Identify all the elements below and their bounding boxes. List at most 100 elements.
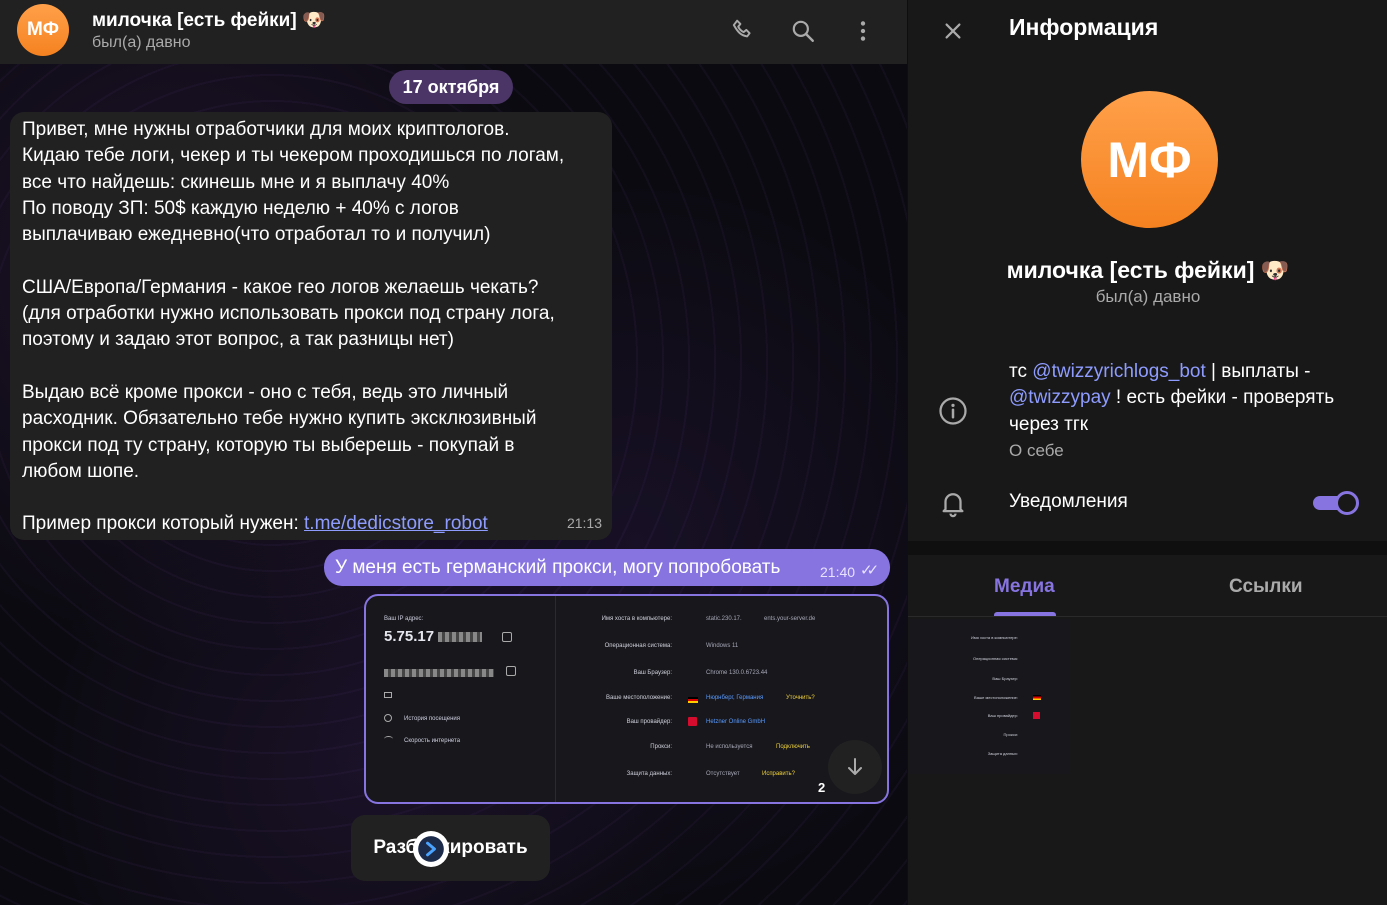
row-extra: Уточнить? (786, 695, 815, 701)
screenshot-left-panel: Ваш IP адрес: 5.75.17 История посещения … (366, 596, 556, 802)
thumb-label: Операционная система: (973, 656, 1018, 661)
date-separator: 17 октября (389, 70, 513, 104)
message-text: У меня есть германский прокси, могу попр… (335, 556, 781, 578)
tab-links[interactable]: Ссылки (1229, 576, 1303, 598)
bio-text: | выплаты - (1205, 361, 1311, 382)
chat-title[interactable]: милочка [есть фейки] 🐶 (92, 8, 326, 32)
unblock-button[interactable]: Разблокировать (351, 815, 550, 881)
tabs-border (908, 616, 1387, 617)
message-line: любом шопе. (22, 460, 140, 482)
scroll-down-button[interactable] (828, 740, 882, 794)
speed-icon (384, 736, 393, 742)
panel-title: Информация (1009, 14, 1159, 40)
row-label: Прокси: (650, 744, 672, 750)
message-line: Кидаю тебе логи, чекер и ты чекером прох… (22, 145, 565, 167)
germany-flag-icon (1033, 695, 1041, 700)
row-value: Windows 11 (706, 643, 739, 649)
bio-mention[interactable]: @twizzyrichlogs_bot (1032, 361, 1205, 382)
message-line: все что найдешь: скинешь мне и я выплачу… (22, 171, 450, 193)
message-line: расходник. Обязательно тебе нужно купить… (22, 408, 537, 430)
notifications-toggle[interactable] (1313, 490, 1359, 516)
message-line: Выдаю всё кроме прокси - оно с тебя, вед… (22, 381, 509, 403)
message-gap (22, 354, 600, 380)
thumb-label: Ваше местоположение: (974, 695, 1018, 700)
ip-value: 5.75.17 (384, 628, 483, 645)
copy-icon (506, 666, 516, 676)
bio-label: О себе (1009, 441, 1064, 460)
row-value: Отсутствует (706, 771, 740, 777)
message-line: поэтому и задаю этот вопрос, а так разни… (22, 329, 454, 351)
message-gap (22, 485, 600, 511)
ip-value-text: 5.75.17 (384, 628, 435, 645)
row-value: Нюрнберг, Германия (706, 695, 764, 701)
germany-flag-icon (688, 697, 698, 703)
thumb-label: Защита данных: (987, 751, 1018, 756)
speed-label: Скорость интернета (404, 738, 461, 744)
row-extra: ents.your-server.de (764, 616, 816, 622)
notifications-label[interactable]: Уведомления (1009, 491, 1128, 513)
tab-media[interactable]: Медиа (994, 576, 1055, 598)
message-gap (22, 248, 600, 274)
blurred-value (384, 668, 494, 677)
row-label: Ваш Браузер: (633, 670, 672, 676)
toggle-knob (1335, 491, 1359, 515)
row-label: Ваше местоположение: (606, 695, 672, 701)
profile-status: был(а) давно (1095, 287, 1201, 306)
read-checks-icon: ✓✓ (860, 562, 879, 579)
ip-label: Ваш IP адрес: (384, 616, 424, 622)
hetzner-icon (688, 717, 697, 726)
profile-name: милочка [есть фейки] 🐶 (1006, 257, 1290, 283)
chat-header[interactable]: МФ милочка [есть фейки] 🐶 был(а) давно (0, 0, 907, 64)
screenshot-labels: Имя хоста в компьютере: Операционная сис… (558, 596, 672, 802)
history-icon (384, 714, 392, 722)
message-line: Привет, мне нужны отработчики для моих к… (22, 119, 510, 140)
message-line: США/Европа/Германия - какое гео логов же… (22, 276, 539, 298)
message-line: (для отработки нужно использовать прокси… (22, 303, 555, 325)
screenshot-image[interactable]: Ваш IP адрес: 5.75.17 История посещения … (364, 594, 889, 804)
unblock-label: Разблокировать (373, 837, 528, 858)
search-icon[interactable] (788, 16, 818, 46)
history-label: История посещения (404, 716, 460, 722)
thumb-label: Прокси: (1003, 732, 1018, 737)
copy-icon (502, 632, 512, 642)
message-time: 21:40 (820, 564, 856, 580)
screenshot-time: 2 (818, 780, 826, 795)
close-icon[interactable] (938, 16, 968, 46)
row-label: Имя хоста в компьютере: (601, 616, 672, 622)
bio-mention[interactable]: @twizzypay (1009, 387, 1111, 408)
more-vertical-icon[interactable] (848, 16, 878, 46)
row-value: Не используется (706, 744, 753, 750)
message-time: 21:13 (566, 514, 602, 531)
row-value: Hetzner Online GmbH (706, 719, 766, 725)
blurred-ip (438, 632, 483, 643)
row-value: static.230.17. (706, 616, 742, 622)
incoming-message[interactable]: Привет, мне нужны отработчики для моих к… (10, 112, 612, 540)
message-line: выплачиваю ежедневно(что отработал то и … (22, 224, 491, 246)
message-line: прокси под ту страну, которую ты выбереш… (22, 434, 515, 456)
bio-text: тс (1009, 361, 1033, 382)
bot-overlay-icon (413, 831, 449, 867)
chat-status: был(а) давно (92, 34, 191, 51)
row-label: Ваш провайдер: (626, 719, 672, 725)
arrow-down-icon (848, 758, 862, 775)
info-icon (938, 396, 968, 426)
message-text: Пример прокси который нужен: (22, 513, 305, 535)
profile-avatar[interactable]: МФ (1081, 91, 1218, 228)
row-label: Операционная система: (604, 643, 672, 649)
outgoing-message[interactable]: У меня есть германский прокси, могу попр… (324, 549, 890, 586)
hetzner-icon (1033, 712, 1040, 719)
monitor-icon (384, 692, 392, 698)
blurred-ipv6 (384, 664, 494, 682)
thumb-label: Ваш провайдер: (987, 713, 1018, 718)
info-panel: Информация МФ милочка [есть фейки] 🐶 был… (907, 0, 1387, 905)
section-divider (908, 541, 1387, 555)
avatar[interactable]: МФ (17, 4, 69, 56)
message-link[interactable]: t.me/dedicstore_robot (304, 513, 488, 534)
phone-icon[interactable] (728, 16, 758, 46)
row-extra: Исправить? (762, 771, 795, 777)
chat-area: МФ милочка [есть фейки] 🐶 был(а) давно 1… (0, 0, 907, 905)
thumb-label: Имя хоста в компьютере: (971, 635, 1018, 640)
media-thumbnail[interactable]: Имя хоста в компьютере: Операционная сис… (909, 619, 1069, 774)
thumb-labels: Имя хоста в компьютере: Операционная сис… (913, 619, 1018, 774)
profile-bio[interactable]: тс @twizzyrichlogs_bot | выплаты - @twiz… (1009, 359, 1369, 438)
